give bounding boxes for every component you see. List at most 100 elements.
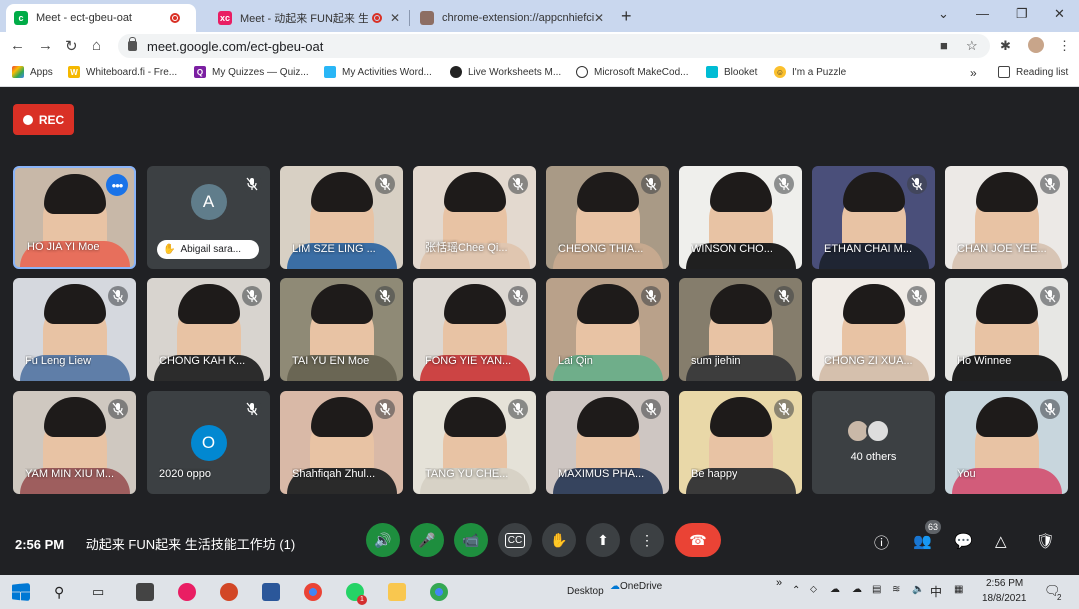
minimize-icon[interactable]: — bbox=[976, 6, 989, 21]
activities-icon[interactable]: △ bbox=[995, 532, 1007, 550]
network-icon[interactable]: ▤ bbox=[872, 584, 881, 595]
cloud-icon[interactable]: ☁ bbox=[830, 584, 840, 595]
participant-tile[interactable]: 张恬瑶Chee Qi... bbox=[413, 166, 536, 269]
tab-meet-workshop[interactable]: xc Meet - 动起来 FUN起来 生活 ✕ bbox=[210, 4, 408, 32]
meeting-info-icon[interactable]: ⓘ bbox=[874, 532, 889, 553]
close-tab-icon[interactable]: ✕ bbox=[594, 11, 604, 25]
windows-start-icon[interactable] bbox=[12, 583, 30, 601]
participant-tile[interactable]: 40 others bbox=[812, 391, 935, 494]
bookmark-whiteboard[interactable]: W Whiteboard.fi - Fre... bbox=[68, 66, 177, 78]
bookmark-liveworksheets[interactable]: Live Worksheets M... bbox=[450, 66, 561, 78]
host-controls-icon[interactable]: 🛡 bbox=[1036, 532, 1055, 550]
mic-button[interactable]: 🎤 bbox=[410, 523, 444, 557]
task-view-icon[interactable]: ▭ bbox=[92, 584, 104, 600]
music-icon[interactable] bbox=[178, 583, 196, 601]
bookmark-puzzle[interactable]: ☺ I'm a Puzzle bbox=[774, 66, 846, 78]
participant-tile[interactable]: CHONG ZI XUA... bbox=[812, 278, 935, 381]
participant-tile[interactable]: O 2020 oppo bbox=[147, 391, 270, 494]
clock-time[interactable]: 2:56 PM bbox=[986, 578, 1023, 589]
bookmark-apps[interactable]: Apps bbox=[12, 66, 53, 78]
avatar bbox=[866, 419, 890, 443]
chrome-taskbar-icon[interactable] bbox=[304, 583, 322, 601]
participant-tile[interactable]: ETHAN CHAI M... bbox=[812, 166, 935, 269]
more-options-icon[interactable]: ••• bbox=[106, 174, 128, 196]
participant-name: You bbox=[957, 468, 976, 480]
forward-icon[interactable]: → bbox=[38, 37, 53, 54]
volume-tray-icon[interactable]: 🔈 bbox=[912, 584, 924, 595]
present-button[interactable]: ⬆ bbox=[586, 523, 620, 557]
bookmark-blooket[interactable]: Blooket bbox=[706, 66, 757, 78]
participant-tile[interactable]: You bbox=[945, 391, 1068, 494]
participant-tile[interactable]: LIM SZE LING ... bbox=[280, 166, 403, 269]
participant-tile[interactable]: MAXIMUS PHA... bbox=[546, 391, 669, 494]
close-tab-icon[interactable]: ✕ bbox=[390, 11, 400, 25]
dropbox-icon[interactable]: ⬦ bbox=[810, 584, 817, 595]
close-window-icon[interactable]: ✕ bbox=[1054, 6, 1065, 22]
file-explorer-icon[interactable] bbox=[388, 583, 406, 601]
profile-avatar[interactable] bbox=[1028, 37, 1044, 53]
extensions-icon[interactable]: ✱ bbox=[1000, 38, 1011, 54]
bookmark-makecode[interactable]: Microsoft MakeCod... bbox=[576, 66, 688, 78]
participant-name: CHONG ZI XUA... bbox=[824, 355, 913, 367]
wifi-icon[interactable]: ≋ bbox=[892, 584, 900, 595]
participant-tile[interactable]: A ✋ Abigail sara... bbox=[147, 166, 270, 269]
volume-button[interactable]: 🔊 bbox=[366, 523, 400, 557]
reload-icon[interactable]: ↻ bbox=[65, 37, 78, 55]
toolbar-overflow-icon[interactable]: » bbox=[776, 577, 782, 589]
tab-search-icon[interactable]: ⌄ bbox=[938, 6, 949, 22]
desktop-toolbar[interactable]: Desktop bbox=[567, 586, 604, 597]
powerpoint-icon[interactable] bbox=[220, 583, 238, 601]
chrome-menu-icon[interactable]: ⋮ bbox=[1058, 38, 1071, 54]
participant-tile[interactable]: Lai Qin bbox=[546, 278, 669, 381]
quizizz-icon: Q bbox=[194, 66, 206, 78]
chat-icon[interactable]: 💬 bbox=[954, 532, 973, 550]
leave-call-button[interactable]: ☎ bbox=[675, 523, 721, 557]
hidden-icons-icon[interactable]: ⌃ bbox=[792, 585, 800, 596]
search-icon[interactable]: ⚲ bbox=[54, 584, 64, 601]
participant-tile[interactable]: CHONG KAH K... bbox=[147, 278, 270, 381]
clock-date[interactable]: 18/8/2021 bbox=[982, 593, 1027, 604]
bookmarks-overflow-icon[interactable]: » bbox=[970, 66, 977, 80]
more-options-button[interactable]: ⋮ bbox=[630, 523, 664, 557]
participant-tile[interactable]: Be happy bbox=[679, 391, 802, 494]
participant-name: FONG YIE YAN... bbox=[425, 355, 512, 367]
participant-tile[interactable]: CHAN JOE YEE... bbox=[945, 166, 1068, 269]
tab-chrome-extension[interactable]: chrome-extension://appcnhiefcid ✕ bbox=[412, 4, 612, 32]
tab-meet-ect-gbeu-oat[interactable]: c Meet - ect-gbeu-oat bbox=[6, 4, 196, 32]
mic-off-icon bbox=[774, 286, 794, 306]
home-icon[interactable]: ⌂ bbox=[92, 37, 101, 54]
captions-icon: CC bbox=[504, 532, 526, 548]
participant-tile[interactable]: FONG YIE YAN... bbox=[413, 278, 536, 381]
onedrive-tray-icon[interactable]: ☁ bbox=[852, 584, 862, 595]
camera-permission-icon[interactable]: ■ bbox=[940, 38, 948, 53]
back-icon[interactable]: ← bbox=[10, 37, 25, 54]
participant-name: TANG YU CHE... bbox=[425, 468, 509, 480]
address-bar[interactable]: meet.google.com/ect-gbeu-oat bbox=[118, 34, 990, 58]
participant-tile[interactable]: Fu Leng Liew bbox=[13, 278, 136, 381]
chrome-profile-icon[interactable] bbox=[430, 583, 448, 601]
captions-button[interactable]: CC bbox=[498, 523, 532, 557]
participant-tile[interactable]: CHEONG THIA... bbox=[546, 166, 669, 269]
participant-tile[interactable]: sum jiehin bbox=[679, 278, 802, 381]
bookmark-star-icon[interactable]: ☆ bbox=[966, 38, 978, 54]
participant-tile[interactable]: ••• HO JIA YI Moe bbox=[13, 166, 136, 269]
onedrive-toolbar[interactable]: ☁OneDrive bbox=[610, 581, 662, 592]
ime-icon[interactable]: ▦ bbox=[954, 584, 963, 595]
reading-list[interactable]: Reading list bbox=[998, 66, 1068, 78]
word-icon[interactable] bbox=[262, 583, 280, 601]
new-tab-icon[interactable]: + bbox=[621, 6, 632, 27]
raise-hand-button[interactable]: ✋ bbox=[542, 523, 576, 557]
participant-tile[interactable]: Ho Winnee bbox=[945, 278, 1068, 381]
participant-tile[interactable]: YAM MIN XIU M... bbox=[13, 391, 136, 494]
bookmark-wordwall[interactable]: My Activities Word... bbox=[324, 66, 432, 78]
people-icon[interactable]: 👥 bbox=[913, 532, 932, 550]
input-language[interactable]: 中 bbox=[930, 583, 942, 600]
participant-tile[interactable]: TANG YU CHE... bbox=[413, 391, 536, 494]
restore-icon[interactable]: ❐ bbox=[1016, 6, 1028, 22]
participant-tile[interactable]: Shahfiqah Zhul... bbox=[280, 391, 403, 494]
bookmark-quizizz[interactable]: Q My Quizzes — Quiz... bbox=[194, 66, 309, 78]
participant-tile[interactable]: TAI YU EN Moe bbox=[280, 278, 403, 381]
store-icon[interactable] bbox=[136, 583, 154, 601]
camera-button[interactable]: 📹 bbox=[454, 523, 488, 557]
participant-tile[interactable]: WINSON CHO... bbox=[679, 166, 802, 269]
